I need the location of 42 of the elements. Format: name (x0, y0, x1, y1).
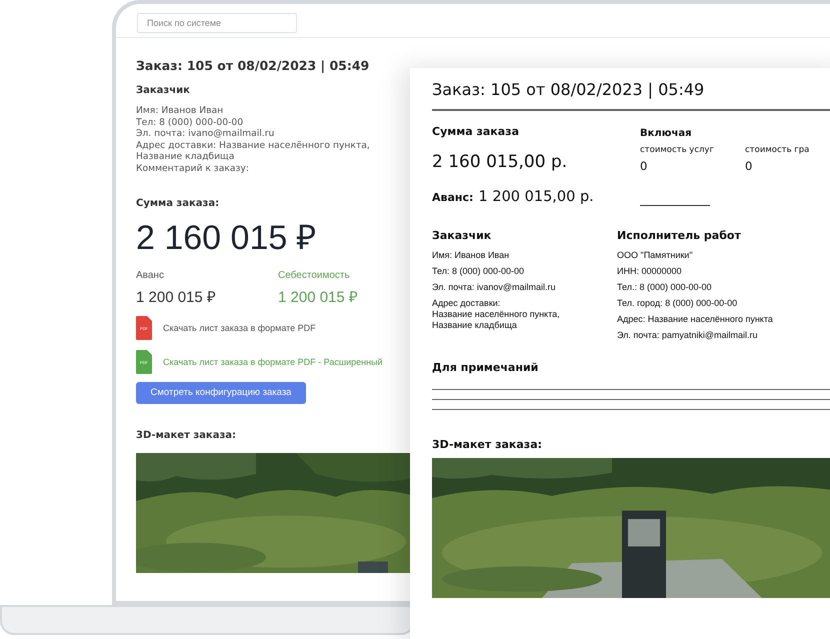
document-title: Заказ: 105 от 08/02/2023 | 05:49 (432, 80, 830, 111)
cost-value: 0 (745, 159, 754, 173)
contractor-info: Тел.: 8 (000) 000-00-00 (617, 282, 712, 293)
section-heading: Включая (640, 128, 692, 139)
section-heading: Для примечаний (432, 361, 540, 374)
customer-info: Имя: Иванов Иван (136, 105, 224, 117)
order-total: 2 160 015 ₽ (136, 218, 318, 259)
figure-label: Себестоимость (278, 270, 351, 281)
section-heading: Заказчик (136, 85, 191, 96)
customer-info: Комментарий к заказу: (136, 162, 250, 175)
cost-value: 0 (640, 159, 648, 173)
customer-info: Эл. почта: ivano@mailmail.ru (136, 128, 276, 140)
advance-label: Аванс: (432, 191, 474, 204)
advance-value: 1 200 015,00 р. (478, 189, 594, 205)
figure-value: 1 200 015 ₽ (136, 288, 217, 306)
section-heading: 3D-макет заказа: (432, 438, 544, 451)
contractor-info: Адрес: Название населённого пункта (617, 314, 773, 325)
figure-label: Аванс (136, 270, 165, 281)
section-heading: Сумма заказа (432, 125, 520, 138)
order-total: 2 160 015,00 р. (432, 152, 568, 172)
cost-label: стоимость услуг (640, 145, 715, 155)
customer-info: Адрес доставки: Название населённого пункта, Название кладбища (136, 140, 371, 163)
section-heading: 3D-макет заказа: (136, 430, 238, 441)
contractor-info: Эл. почта: pamyatniki@mailmail.ru (617, 330, 758, 341)
cost-label: стоимость гра (745, 145, 810, 155)
section-heading: Сумма заказа: (136, 198, 220, 209)
order-title: Заказ: 105 от 08/02/2023 | 05:49 (136, 58, 370, 73)
download-link[interactable]: Скачать лист заказа в формате PDF - Расширенный (163, 356, 383, 367)
view-configuration-button[interactable]: Смотреть конфигурацию заказа (136, 382, 306, 404)
customer-info: Тел: 8 (000) 000-00-00 (432, 266, 525, 277)
contractor-info: ИНН: 00000000 (617, 266, 683, 277)
contractor-info: Тел. город: 8 (000) 000-00-00 (617, 298, 738, 309)
customer-info: Имя: Иванов Иван (432, 250, 510, 261)
contractor-info: ООО "Памятники" (617, 250, 694, 261)
section-heading: Исполнитель работ (617, 229, 742, 242)
search-field[interactable]: Поиск по системе (137, 13, 297, 33)
customer-info: Эл. почта: ivanov@mailmail.ru (432, 282, 556, 293)
figure-value: 1 200 015 ₽ (278, 288, 359, 306)
download-link[interactable]: Скачать лист заказа в формате PDF (163, 322, 316, 333)
customer-info: Тел: 8 (000) 000-00-00 (136, 116, 244, 128)
customer-info: Адрес доставки: Название населённого пункта, Название кладбища (432, 298, 561, 331)
section-heading: Заказчик (432, 229, 492, 242)
